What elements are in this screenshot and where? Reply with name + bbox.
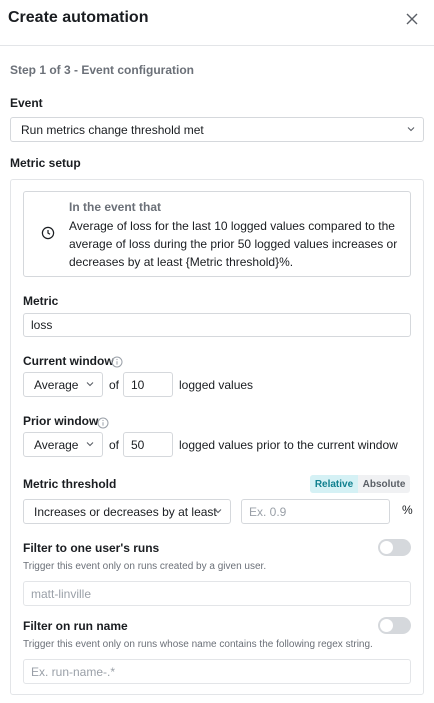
event-summary-text: Average of loss for the last 10 logged v… (69, 219, 398, 269)
clock-icon (41, 226, 55, 240)
event-select-value: Run metrics change threshold met (21, 122, 204, 137)
prior-window-of: of (109, 438, 120, 452)
info-icon[interactable] (111, 355, 123, 373)
filter-user-input[interactable]: matt-linville (23, 581, 411, 606)
filter-user-toggle[interactable] (378, 539, 411, 556)
prior-window-agg-value: Average (34, 437, 79, 452)
chevron-down-icon (86, 441, 94, 446)
prior-window-label: Prior window (23, 414, 99, 428)
threshold-unit: % (402, 503, 413, 517)
filter-name-help: Trigger this event only on runs whose na… (23, 639, 373, 650)
prior-window-agg-select[interactable]: Average (23, 432, 103, 457)
filter-name-label: Filter on run name (23, 619, 128, 633)
filter-name-input[interactable]: Ex. run-name-.* (23, 659, 411, 684)
threshold-value-input[interactable]: Ex. 0.9 (241, 499, 390, 524)
prior-window-count-input[interactable]: 50 (123, 432, 173, 457)
current-window-agg-select[interactable]: Average (23, 372, 103, 397)
prior-window-suffix: logged values prior to the current windo… (179, 438, 398, 452)
chevron-down-icon (407, 126, 415, 131)
event-select[interactable]: Run metrics change threshold met (10, 117, 424, 142)
current-window-agg-value: Average (34, 377, 79, 392)
close-icon[interactable] (404, 11, 420, 27)
metric-setup-label: Metric setup (10, 156, 81, 170)
chevron-down-icon (86, 381, 94, 386)
threshold-mode-absolute[interactable]: Absolute (358, 475, 410, 493)
filter-user-label: Filter to one user's runs (23, 541, 160, 555)
metric-input[interactable]: loss (23, 313, 411, 337)
threshold-mode-toggle: Relative Absolute (310, 475, 410, 493)
event-summary-heading: In the event that (69, 200, 162, 214)
toggle-knob (380, 541, 393, 554)
event-label: Event (10, 96, 43, 110)
filter-name-toggle[interactable] (378, 617, 411, 634)
step-indicator: Step 1 of 3 - Event configuration (10, 63, 195, 77)
metric-label: Metric (23, 294, 59, 308)
current-window-label: Current window (23, 354, 114, 368)
current-window-suffix: logged values (179, 378, 254, 392)
threshold-condition-select[interactable]: Increases or decreases by at least (23, 499, 231, 524)
current-window-count-input[interactable]: 10 (123, 372, 173, 397)
dialog-title: Create automation (8, 9, 149, 26)
metric-threshold-label: Metric threshold (23, 477, 117, 491)
threshold-condition-value: Increases or decreases by at least (34, 504, 217, 519)
chevron-down-icon (214, 508, 222, 513)
filter-user-help: Trigger this event only on runs created … (23, 561, 267, 572)
threshold-mode-relative[interactable]: Relative (310, 475, 358, 493)
toggle-knob (380, 619, 393, 632)
current-window-of: of (109, 378, 120, 392)
